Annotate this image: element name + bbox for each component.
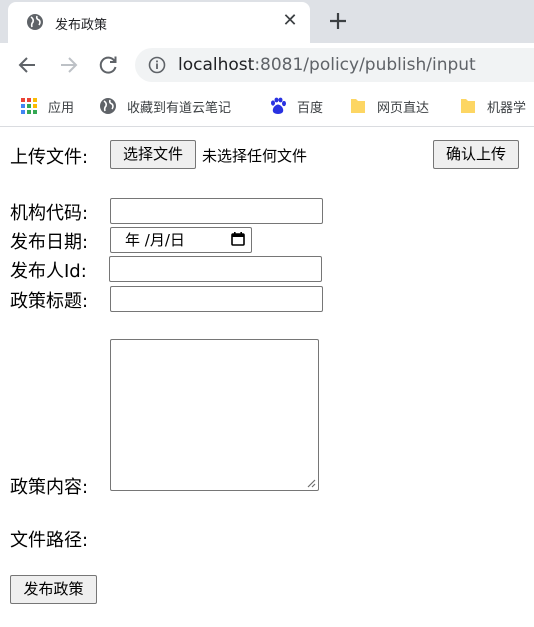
publish-date-label: 发布日期: (10, 232, 89, 253)
publish-date-input[interactable]: 年 /月/日 (110, 227, 252, 253)
policy-content-label: 政策内容: (10, 477, 89, 498)
folder-icon (351, 99, 365, 113)
arrow-left-icon[interactable] (15, 52, 41, 78)
policy-title-label: 政策标题: (10, 291, 89, 312)
tab-strip: 发布政策 ✕ (0, 0, 534, 43)
globe-icon (100, 98, 116, 114)
file-status-text: 未选择任何文件 (202, 147, 308, 165)
confirm-upload-button[interactable]: 确认上传 (433, 140, 519, 169)
bookmark-label: 百度 (297, 101, 324, 116)
baidu-paw-icon (271, 97, 286, 114)
bookmark-label: 收藏到有道云笔记 (127, 101, 232, 116)
folder-icon (461, 99, 475, 113)
org-code-label: 机构代码: (10, 203, 89, 224)
plus-icon[interactable] (326, 9, 350, 33)
browser-toolbar: localhost:8081/policy/publish/input (0, 43, 534, 87)
publisher-id-input[interactable] (109, 256, 322, 282)
upload-label: 上传文件: (10, 147, 89, 168)
publish-policy-button[interactable]: 发布政策 (10, 575, 97, 604)
bookmark-label: 网页直达 (377, 101, 430, 116)
org-code-input[interactable] (110, 198, 323, 224)
info-icon[interactable] (148, 56, 166, 74)
browser-tab-active[interactable]: 发布政策 ✕ (8, 2, 310, 43)
resize-grip-icon[interactable] (306, 478, 316, 488)
bookmark-label: 应用 (48, 101, 75, 116)
reload-icon[interactable] (95, 52, 121, 78)
url-host: localhost (178, 55, 255, 75)
policy-title-input[interactable] (110, 286, 323, 312)
globe-icon (27, 14, 43, 30)
date-placeholder: 年 /月/日 (125, 231, 185, 249)
tab-title: 发布政策 (55, 18, 108, 33)
url-text: localhost:8081/policy/publish/input (178, 55, 476, 75)
file-path-label: 文件路径: (10, 530, 89, 551)
arrow-right-icon[interactable] (55, 52, 81, 78)
apps-grid-icon (21, 98, 37, 114)
choose-file-button[interactable]: 选择文件 (110, 140, 196, 169)
address-bar[interactable]: localhost:8081/policy/publish/input (135, 48, 534, 82)
bookmarks-bar: 应用 收藏到有道云笔记 百度 网页直达 机器学 (0, 87, 534, 127)
policy-content-textarea[interactable] (110, 339, 319, 491)
calendar-icon[interactable] (231, 232, 245, 246)
bookmark-label: 机器学 (487, 101, 527, 116)
url-path: :8081/policy/publish/input (254, 55, 476, 75)
close-tab-icon[interactable]: ✕ (280, 11, 300, 31)
publisher-id-label: 发布人Id: (10, 261, 87, 282)
